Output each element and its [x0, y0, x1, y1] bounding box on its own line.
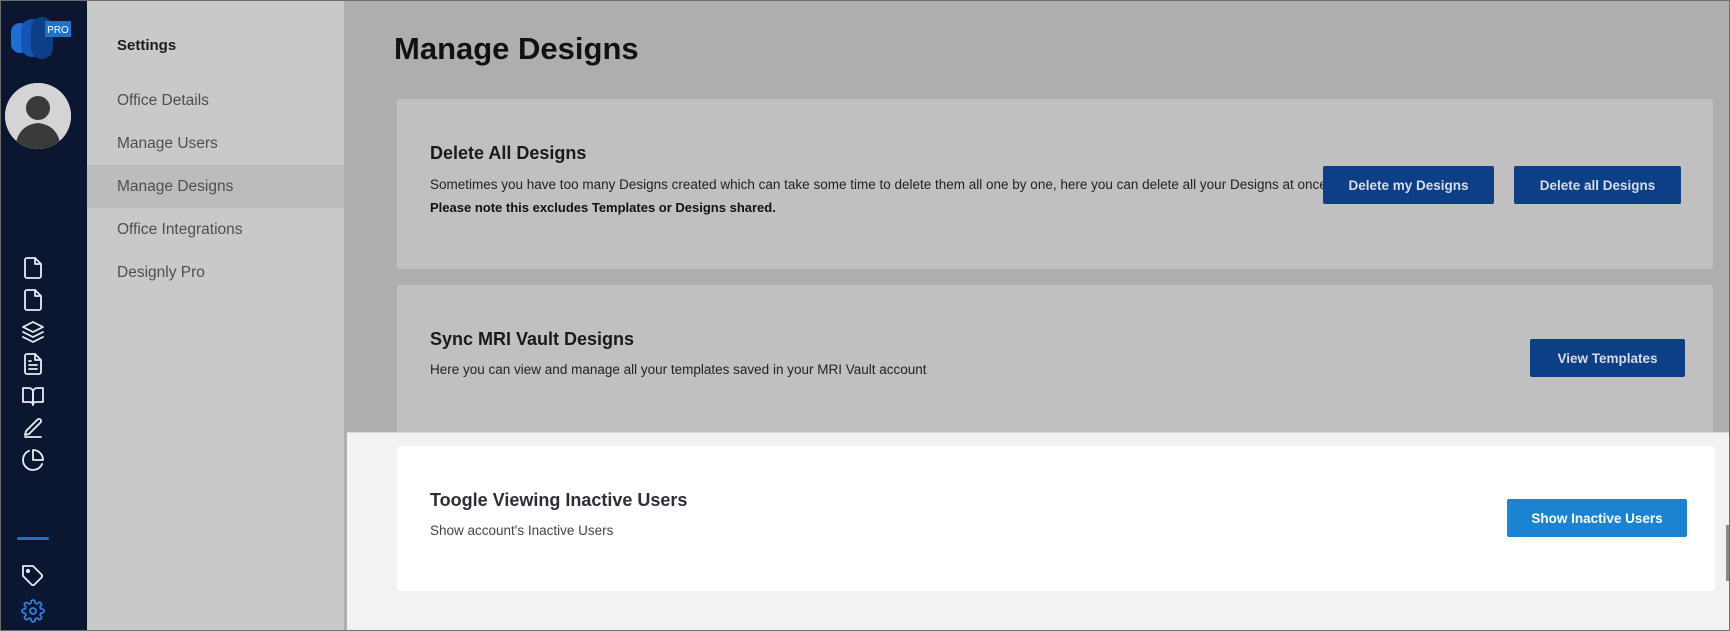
- settings-title: Settings: [117, 37, 177, 54]
- file-text-icon[interactable]: [19, 350, 47, 378]
- designly-logo[interactable]: PRO: [11, 17, 83, 65]
- sidebar-item-designly-pro[interactable]: Designly Pro: [87, 251, 344, 294]
- sync-vault-card: Sync MRI Vault Designs Here you can view…: [397, 285, 1713, 435]
- user-avatar[interactable]: [5, 83, 71, 149]
- tag-icon[interactable]: [19, 562, 47, 590]
- delete-all-designs-button[interactable]: Delete all Designs: [1514, 166, 1681, 204]
- card-title: Sync MRI Vault Designs: [430, 329, 635, 349]
- pie-chart-icon[interactable]: [19, 446, 47, 474]
- edit-icon[interactable]: [19, 414, 47, 442]
- app-window: PRO Settings Office Details Manage Users…: [0, 0, 1730, 631]
- icon-rail: PRO: [1, 1, 87, 630]
- sidebar-item-office-integrations[interactable]: Office Integrations: [87, 208, 344, 251]
- settings-sidebar: Settings Office Details Manage Users Man…: [87, 1, 344, 630]
- scrollbar-thumb[interactable]: [1726, 525, 1729, 581]
- card-title: Delete All Designs: [430, 143, 587, 163]
- show-inactive-users-button[interactable]: Show Inactive Users: [1507, 499, 1687, 537]
- document-icon[interactable]: [19, 286, 47, 314]
- view-templates-button[interactable]: View Templates: [1530, 339, 1685, 377]
- highlighted-panel: Toogle Viewing Inactive Users Show accou…: [347, 432, 1729, 630]
- card-title: Toogle Viewing Inactive Users: [430, 490, 688, 510]
- card-note: Please note this excludes Templates or D…: [430, 200, 776, 215]
- book-open-icon[interactable]: [19, 382, 47, 410]
- rail-divider: [17, 537, 49, 540]
- sidebar-item-manage-designs[interactable]: Manage Designs: [87, 165, 344, 208]
- layers-icon[interactable]: [19, 318, 47, 346]
- document-icon[interactable]: [19, 254, 47, 282]
- sidebar-item-office-details[interactable]: Office Details: [87, 79, 344, 122]
- page-title: Manage Designs: [394, 31, 639, 66]
- delete-designs-card: Delete All Designs Sometimes you have to…: [397, 99, 1713, 269]
- inactive-users-card: Toogle Viewing Inactive Users Show accou…: [397, 446, 1715, 591]
- pro-badge: PRO: [47, 25, 69, 36]
- card-description: Here you can view and manage all your te…: [430, 362, 927, 377]
- sidebar-item-manage-users[interactable]: Manage Users: [87, 122, 344, 165]
- card-description: Sometimes you have too many Designs crea…: [430, 177, 1331, 192]
- settings-icon[interactable]: [19, 597, 47, 625]
- delete-my-designs-button[interactable]: Delete my Designs: [1323, 166, 1494, 204]
- card-description: Show account's Inactive Users: [430, 523, 614, 538]
